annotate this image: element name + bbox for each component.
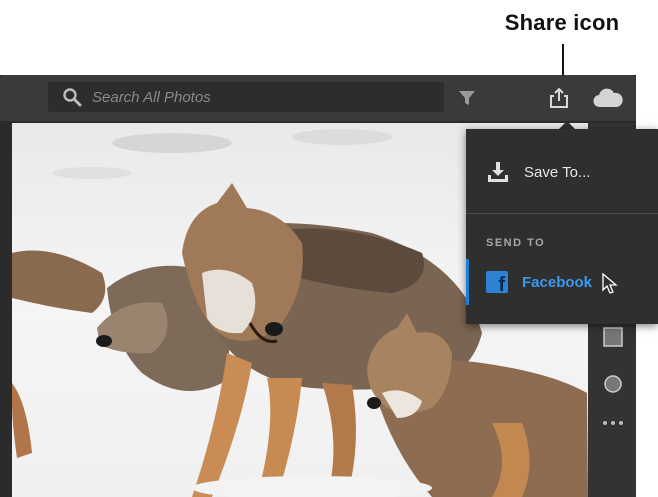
more-icon[interactable] bbox=[601, 418, 625, 428]
share-menu: Save To... SEND TO f Facebook bbox=[466, 129, 658, 324]
cloud-icon[interactable] bbox=[592, 87, 624, 109]
search-field[interactable]: Search All Photos bbox=[48, 82, 444, 112]
search-icon bbox=[63, 88, 82, 107]
callout-label: Share icon bbox=[504, 10, 620, 35]
search-input[interactable]: Search All Photos bbox=[92, 89, 211, 106]
facebook-icon: f bbox=[486, 271, 508, 295]
filter-icon[interactable] bbox=[458, 90, 476, 106]
save-to-label: Save To... bbox=[524, 163, 591, 181]
download-icon bbox=[488, 162, 508, 182]
top-toolbar: Search All Photos bbox=[0, 75, 636, 122]
save-to-menu-item[interactable]: Save To... bbox=[466, 129, 658, 215]
selection-indicator bbox=[466, 259, 469, 305]
circle-icon[interactable] bbox=[603, 374, 623, 394]
facebook-menu-item[interactable]: f Facebook bbox=[466, 259, 658, 305]
share-icon[interactable] bbox=[548, 87, 570, 109]
square-icon[interactable] bbox=[603, 327, 623, 347]
send-to-heading: SEND TO bbox=[486, 237, 546, 249]
menu-divider bbox=[466, 213, 658, 214]
facebook-label: Facebook bbox=[522, 273, 593, 291]
mouse-cursor-icon bbox=[602, 273, 618, 294]
